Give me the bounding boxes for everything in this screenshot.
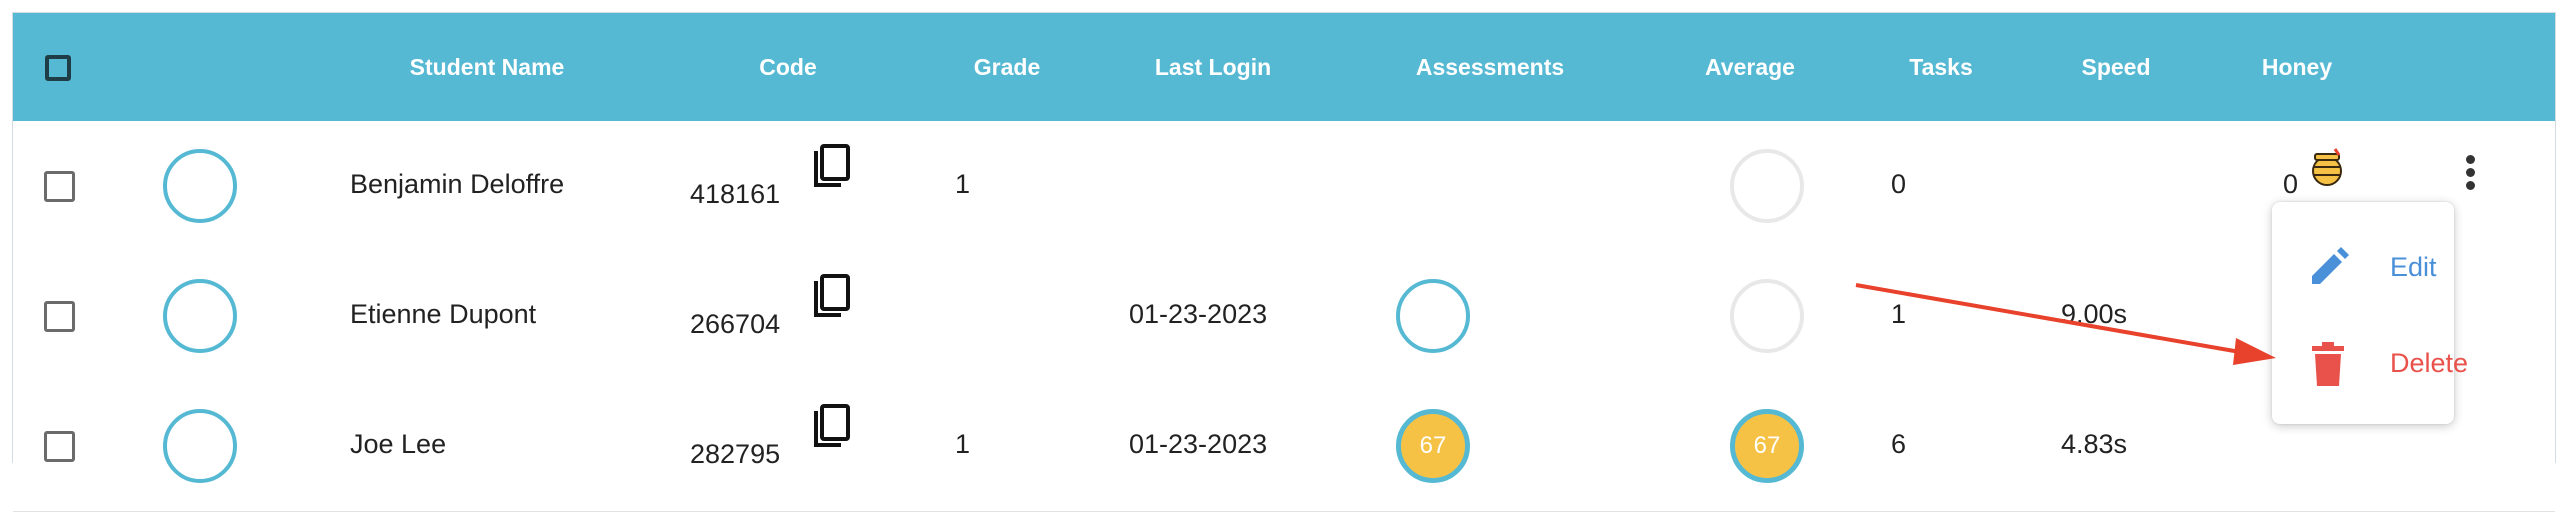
speed-value: 4.83s — [2061, 429, 2128, 459]
row-checkbox[interactable] — [44, 301, 75, 332]
avatar — [163, 279, 237, 353]
pencil-icon — [2312, 247, 2349, 284]
delete-label: Delete — [2390, 348, 2469, 378]
delete-menu-item[interactable]: Delete — [2272, 320, 2468, 410]
edit-label: Edit — [2390, 252, 2437, 282]
average-ring — [1730, 279, 1804, 353]
honey-count: 0 — [2283, 169, 2299, 199]
select-all-checkbox[interactable] — [45, 55, 71, 81]
table-row: Etienne Dupont 266704 01-23-2023 1 9.00s — [13, 251, 2555, 382]
honey-pot-icon — [2312, 148, 2342, 186]
col-average[interactable]: Average — [1705, 13, 1795, 121]
col-honey[interactable]: Honey — [2262, 13, 2332, 121]
assessment-ring — [1396, 279, 1470, 353]
students-table: Student Name Code Grade Last Login Asses… — [12, 12, 2556, 512]
kebab-menu-icon[interactable] — [2464, 155, 2476, 191]
avatar — [163, 149, 237, 223]
student-code: 266704 — [690, 309, 781, 339]
student-name[interactable]: Benjamin Deloffre — [350, 169, 564, 200]
table-row: Benjamin Deloffre 418161 1 0 0 — [13, 121, 2555, 252]
copy-icon[interactable] — [811, 403, 851, 449]
student-code: 282795 — [690, 439, 781, 469]
copy-icon[interactable] — [811, 273, 851, 319]
avatar — [163, 409, 237, 483]
edit-menu-item[interactable]: Edit — [2272, 224, 2454, 314]
student-name[interactable]: Joe Lee — [350, 429, 446, 460]
average-score: 67 — [1730, 409, 1804, 483]
row-checkbox[interactable] — [44, 431, 75, 462]
row-checkbox[interactable] — [44, 171, 75, 202]
assessment-score: 67 — [1396, 409, 1470, 483]
col-grade[interactable]: Grade — [974, 13, 1040, 121]
col-assessments[interactable]: Assessments — [1416, 13, 1564, 121]
last-login: 01-23-2023 — [1129, 429, 1268, 459]
average-ring — [1730, 149, 1804, 223]
tasks-count: 1 — [1891, 299, 1907, 329]
student-code: 418161 — [690, 179, 781, 209]
table-row: Joe Lee 282795 1 01-23-2023 67 67 6 4.83… — [13, 381, 2555, 512]
last-login: 01-23-2023 — [1129, 299, 1268, 329]
tasks-count: 0 — [1891, 169, 1907, 199]
row-actions-menu: Edit Delete — [2272, 202, 2468, 424]
student-name[interactable]: Etienne Dupont — [350, 299, 536, 330]
col-code[interactable]: Code — [759, 13, 817, 121]
student-grade: 1 — [955, 169, 971, 199]
tasks-count: 6 — [1891, 429, 1907, 459]
col-student-name[interactable]: Student Name — [410, 13, 565, 121]
copy-icon[interactable] — [811, 143, 851, 189]
speed-value: 9.00s — [2061, 299, 2128, 329]
col-tasks[interactable]: Tasks — [1909, 13, 1973, 121]
col-speed[interactable]: Speed — [2081, 13, 2150, 121]
table-header: Student Name Code Grade Last Login Asses… — [13, 13, 2555, 121]
student-grade: 1 — [955, 429, 971, 459]
trash-icon — [2312, 342, 2344, 386]
col-last-login[interactable]: Last Login — [1155, 13, 1271, 121]
